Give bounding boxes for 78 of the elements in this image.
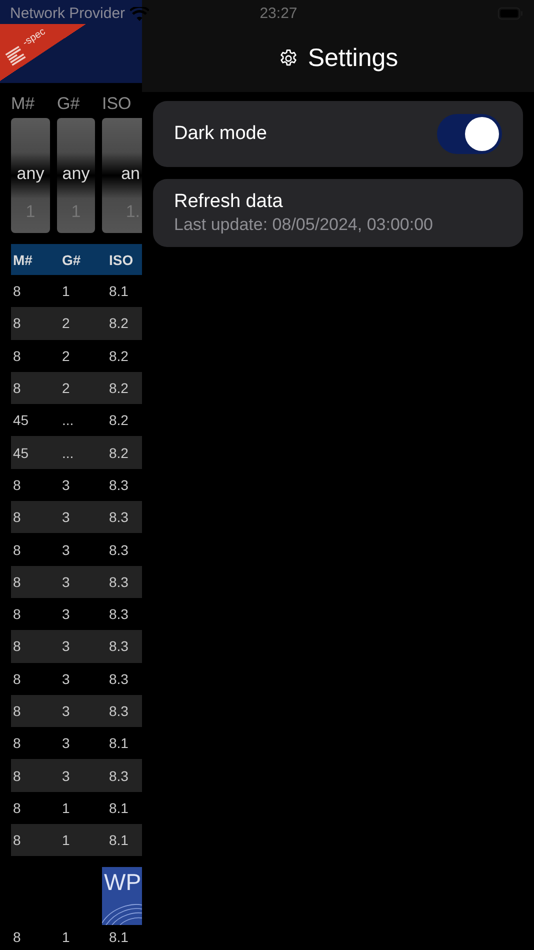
table-cell-text: 8 [12,929,22,945]
picker-option[interactable]: any [12,162,48,186]
table-cell-text: 3 [61,509,71,526]
filter-label: ISO [102,94,132,114]
table-cell-text: 8.3 [108,703,128,719]
table-cell-text: 8.2 [108,315,128,332]
table-cell-text: 8 [12,315,22,332]
table-cell-text: 8 [12,800,22,816]
table-cell-text: 8.3 [108,638,128,654]
table-cell-text: ... [61,444,75,461]
row-subtitle: Last update: 08/05/2024, 03:00:00 [174,215,434,235]
table-cell-text: 8.1 [108,832,128,848]
battery-icon [496,7,524,20]
table-cell-text: 1 [61,800,71,816]
table-cell-text: 3 [61,768,71,784]
table-cell-text: 8.1 [108,283,128,300]
table-cell-text: 8.3 [108,542,128,558]
clock-time: 23:27 [260,5,298,22]
table-cell-text: 3 [61,542,71,558]
table-cell-text: 8 [12,283,22,300]
picker-option[interactable]: an [117,162,142,186]
row-label: Refresh data [174,191,283,213]
table-cell-text: 2 [61,348,71,364]
table-cell-text: 3 [61,606,71,622]
filter-label: M# [11,94,36,114]
row-label: Dark mode [174,123,267,145]
table-cell-text: 8 [12,380,22,396]
table-cell-text: 45 [12,412,30,428]
table-cell-text: 8 [12,509,22,526]
table-cell-text: 8 [12,703,22,719]
table-cell-text: 8 [12,606,22,622]
table-cell-text: 8.3 [108,768,128,784]
settings-row[interactable]: Refresh data Last update: 08/05/2024, 03:00:00 [153,179,523,247]
table-cell-text: 8 [12,832,22,848]
carrier-name: Network Provider [10,5,126,22]
filter-label: G# [57,94,81,114]
table-cell-text: 2 [61,315,71,332]
wifi-icon [130,6,150,20]
table-cell-text: 8.2 [108,348,128,364]
table-cell-text: 8 [12,574,22,590]
column-header: G# [61,252,82,268]
table-cell-text: 1 [61,832,71,848]
table-cell-text: 8.2 [108,412,128,428]
table-cell-text: 8 [12,735,22,752]
table-cell-text: 8.2 [108,444,128,461]
table-cell-text: 45 [12,444,30,461]
picker-option[interactable]: any [58,162,94,186]
logo-text: WP [103,868,142,895]
table-cell-text: 8 [12,542,22,558]
table-cell-text: 1 [61,929,71,945]
column-header: ISO [108,252,134,268]
table-cell-text: 3 [61,476,71,493]
table-cell-text: 8 [12,670,22,687]
table-cell-text: ... [61,412,75,428]
table-cell-text: 3 [61,574,71,590]
table-cell-text: 8 [12,768,22,784]
table-cell-text: 8 [12,638,22,654]
table-cell-text: 8.2 [108,380,128,396]
table-cell-text: 8.3 [108,509,128,526]
table-cell-text: 2 [61,380,71,396]
table-cell-text: 8.3 [108,574,128,590]
panel-title: Settings [308,44,398,73]
table-cell-text: 8.1 [108,800,128,816]
table-cell-text: 8.3 [108,476,128,493]
table-cell-text: 3 [61,735,71,752]
table-cell-text: 1 [61,283,71,300]
logo-text: -spec [20,26,48,49]
table-cell-text: 8.1 [108,735,128,752]
table-cell-text: 8.3 [108,606,128,622]
table-cell-text: 3 [61,638,71,654]
table-cell-text: 8.3 [108,670,128,687]
table-cell-text: 8 [12,476,22,493]
table-cell-text: 8 [12,348,22,364]
toggle-switch[interactable] [437,114,502,154]
table-cell-text: 8.1 [108,929,128,945]
table-cell-text: 3 [61,670,71,687]
table-cell-text: 3 [61,703,71,719]
column-header: M# [12,252,34,268]
